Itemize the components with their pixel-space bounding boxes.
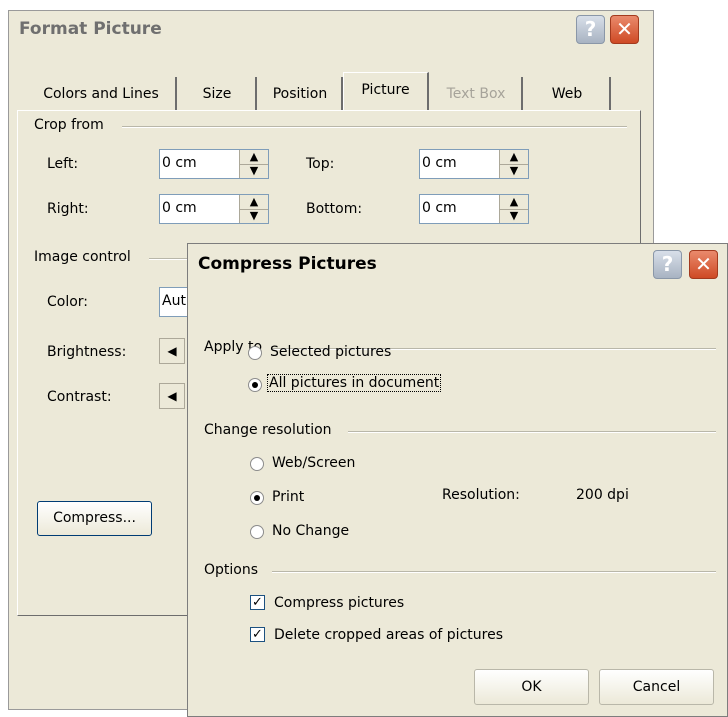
help-icon[interactable]: ? — [653, 250, 682, 279]
help-icon[interactable]: ? — [576, 15, 605, 44]
tab-picture[interactable]: Picture — [343, 72, 429, 111]
left-label: Left: — [47, 156, 79, 172]
change-resolution-heading: Change resolution — [204, 422, 332, 438]
spin-up-icon[interactable]: ▲ — [500, 150, 528, 165]
right-value: 0 cm — [162, 200, 197, 216]
cancel-button-label: Cancel — [632, 679, 681, 695]
delete-cropped-label[interactable]: Delete cropped areas of pictures — [274, 627, 503, 643]
spin-down-icon[interactable]: ▼ — [500, 164, 528, 178]
options-divider — [272, 571, 716, 573]
top-label: Top: — [306, 156, 335, 172]
spin-up-icon[interactable]: ▲ — [240, 195, 268, 210]
tab-label: Picture — [361, 82, 410, 98]
color-label: Color: — [47, 294, 89, 310]
selected-pictures-label[interactable]: Selected pictures — [270, 344, 391, 360]
resolution-label: Resolution: — [442, 487, 520, 503]
format-picture-title: Format Picture — [19, 19, 162, 39]
bottom-label: Bottom: — [306, 201, 363, 217]
tab-text-box: Text Box — [431, 77, 523, 111]
checkmark-icon: ✓ — [252, 627, 263, 642]
compress-pictures-checkbox[interactable]: ✓ — [250, 595, 265, 610]
tab-position[interactable]: Position — [259, 77, 343, 111]
compress-pictures-label[interactable]: Compress pictures — [274, 595, 404, 611]
change-resolution-divider — [348, 431, 716, 433]
no-change-radio[interactable] — [250, 525, 264, 539]
bottom-value: 0 cm — [422, 200, 457, 216]
left-spinner-buttons: ▲ ▼ — [239, 150, 268, 178]
top-value: 0 cm — [422, 155, 457, 171]
bottom-spinner-buttons: ▲ ▼ — [499, 195, 528, 223]
bottom-spinner[interactable]: 0 cm ▲ ▼ — [419, 194, 529, 224]
web-screen-radio[interactable] — [250, 457, 264, 471]
compress-pictures-titlebar[interactable]: Compress Pictures ? ✕ — [188, 244, 727, 280]
close-icon[interactable]: ✕ — [610, 15, 639, 44]
brightness-label: Brightness: — [47, 344, 127, 360]
tab-colors-and-lines[interactable]: Colors and Lines — [27, 77, 177, 111]
spin-down-icon[interactable]: ▼ — [500, 209, 528, 223]
selected-pictures-radio[interactable] — [248, 346, 262, 360]
print-label[interactable]: Print — [272, 489, 304, 505]
crop-from-divider — [122, 126, 627, 128]
compress-pictures-title: Compress Pictures — [198, 254, 377, 274]
spin-down-icon[interactable]: ▼ — [240, 209, 268, 223]
right-spinner[interactable]: 0 cm ▲ ▼ — [159, 194, 269, 224]
options-heading: Options — [204, 562, 259, 578]
ok-button-label: OK — [521, 679, 542, 695]
crop-from-heading: Crop from — [34, 117, 104, 133]
checkmark-icon: ✓ — [252, 595, 263, 610]
brightness-left-arrow-icon[interactable]: ◀ — [159, 338, 185, 364]
color-value: Aut — [162, 293, 186, 309]
right-label: Right: — [47, 201, 89, 217]
delete-cropped-checkbox[interactable]: ✓ — [250, 627, 265, 642]
right-spinner-buttons: ▲ ▼ — [239, 195, 268, 223]
tab-web[interactable]: Web — [525, 77, 611, 111]
tab-size[interactable]: Size — [179, 77, 257, 111]
compress-button[interactable]: Compress... — [37, 501, 152, 536]
web-screen-label[interactable]: Web/Screen — [272, 455, 355, 471]
top-spinner[interactable]: 0 cm ▲ ▼ — [419, 149, 529, 179]
contrast-label: Contrast: — [47, 389, 112, 405]
tab-label: Size — [202, 86, 232, 102]
image-control-divider — [149, 258, 189, 260]
all-pictures-label[interactable]: All pictures in document — [266, 374, 442, 392]
tab-label: Colors and Lines — [43, 86, 159, 102]
contrast-left-arrow-icon[interactable]: ◀ — [159, 383, 185, 409]
left-value: 0 cm — [162, 155, 197, 171]
spin-up-icon[interactable]: ▲ — [240, 150, 268, 165]
all-pictures-radio[interactable] — [248, 378, 262, 392]
no-change-label[interactable]: No Change — [272, 523, 349, 539]
close-icon[interactable]: ✕ — [689, 250, 718, 279]
top-spinner-buttons: ▲ ▼ — [499, 150, 528, 178]
image-control-heading: Image control — [34, 249, 131, 265]
ok-button[interactable]: OK — [474, 669, 589, 705]
compress-pictures-dialog: Compress Pictures ? ✕ Apply to Selected … — [187, 243, 728, 717]
spin-down-icon[interactable]: ▼ — [240, 164, 268, 178]
compress-button-label: Compress... — [53, 510, 136, 526]
tab-label: Text Box — [446, 86, 506, 102]
cancel-button[interactable]: Cancel — [599, 669, 714, 705]
tab-label: Position — [272, 86, 328, 102]
spin-up-icon[interactable]: ▲ — [500, 195, 528, 210]
format-picture-titlebar[interactable]: Format Picture ? ✕ — [9, 11, 653, 47]
tab-label: Web — [551, 86, 583, 102]
resolution-value: 200 dpi — [576, 487, 629, 503]
print-radio[interactable] — [250, 491, 264, 505]
left-spinner[interactable]: 0 cm ▲ ▼ — [159, 149, 269, 179]
